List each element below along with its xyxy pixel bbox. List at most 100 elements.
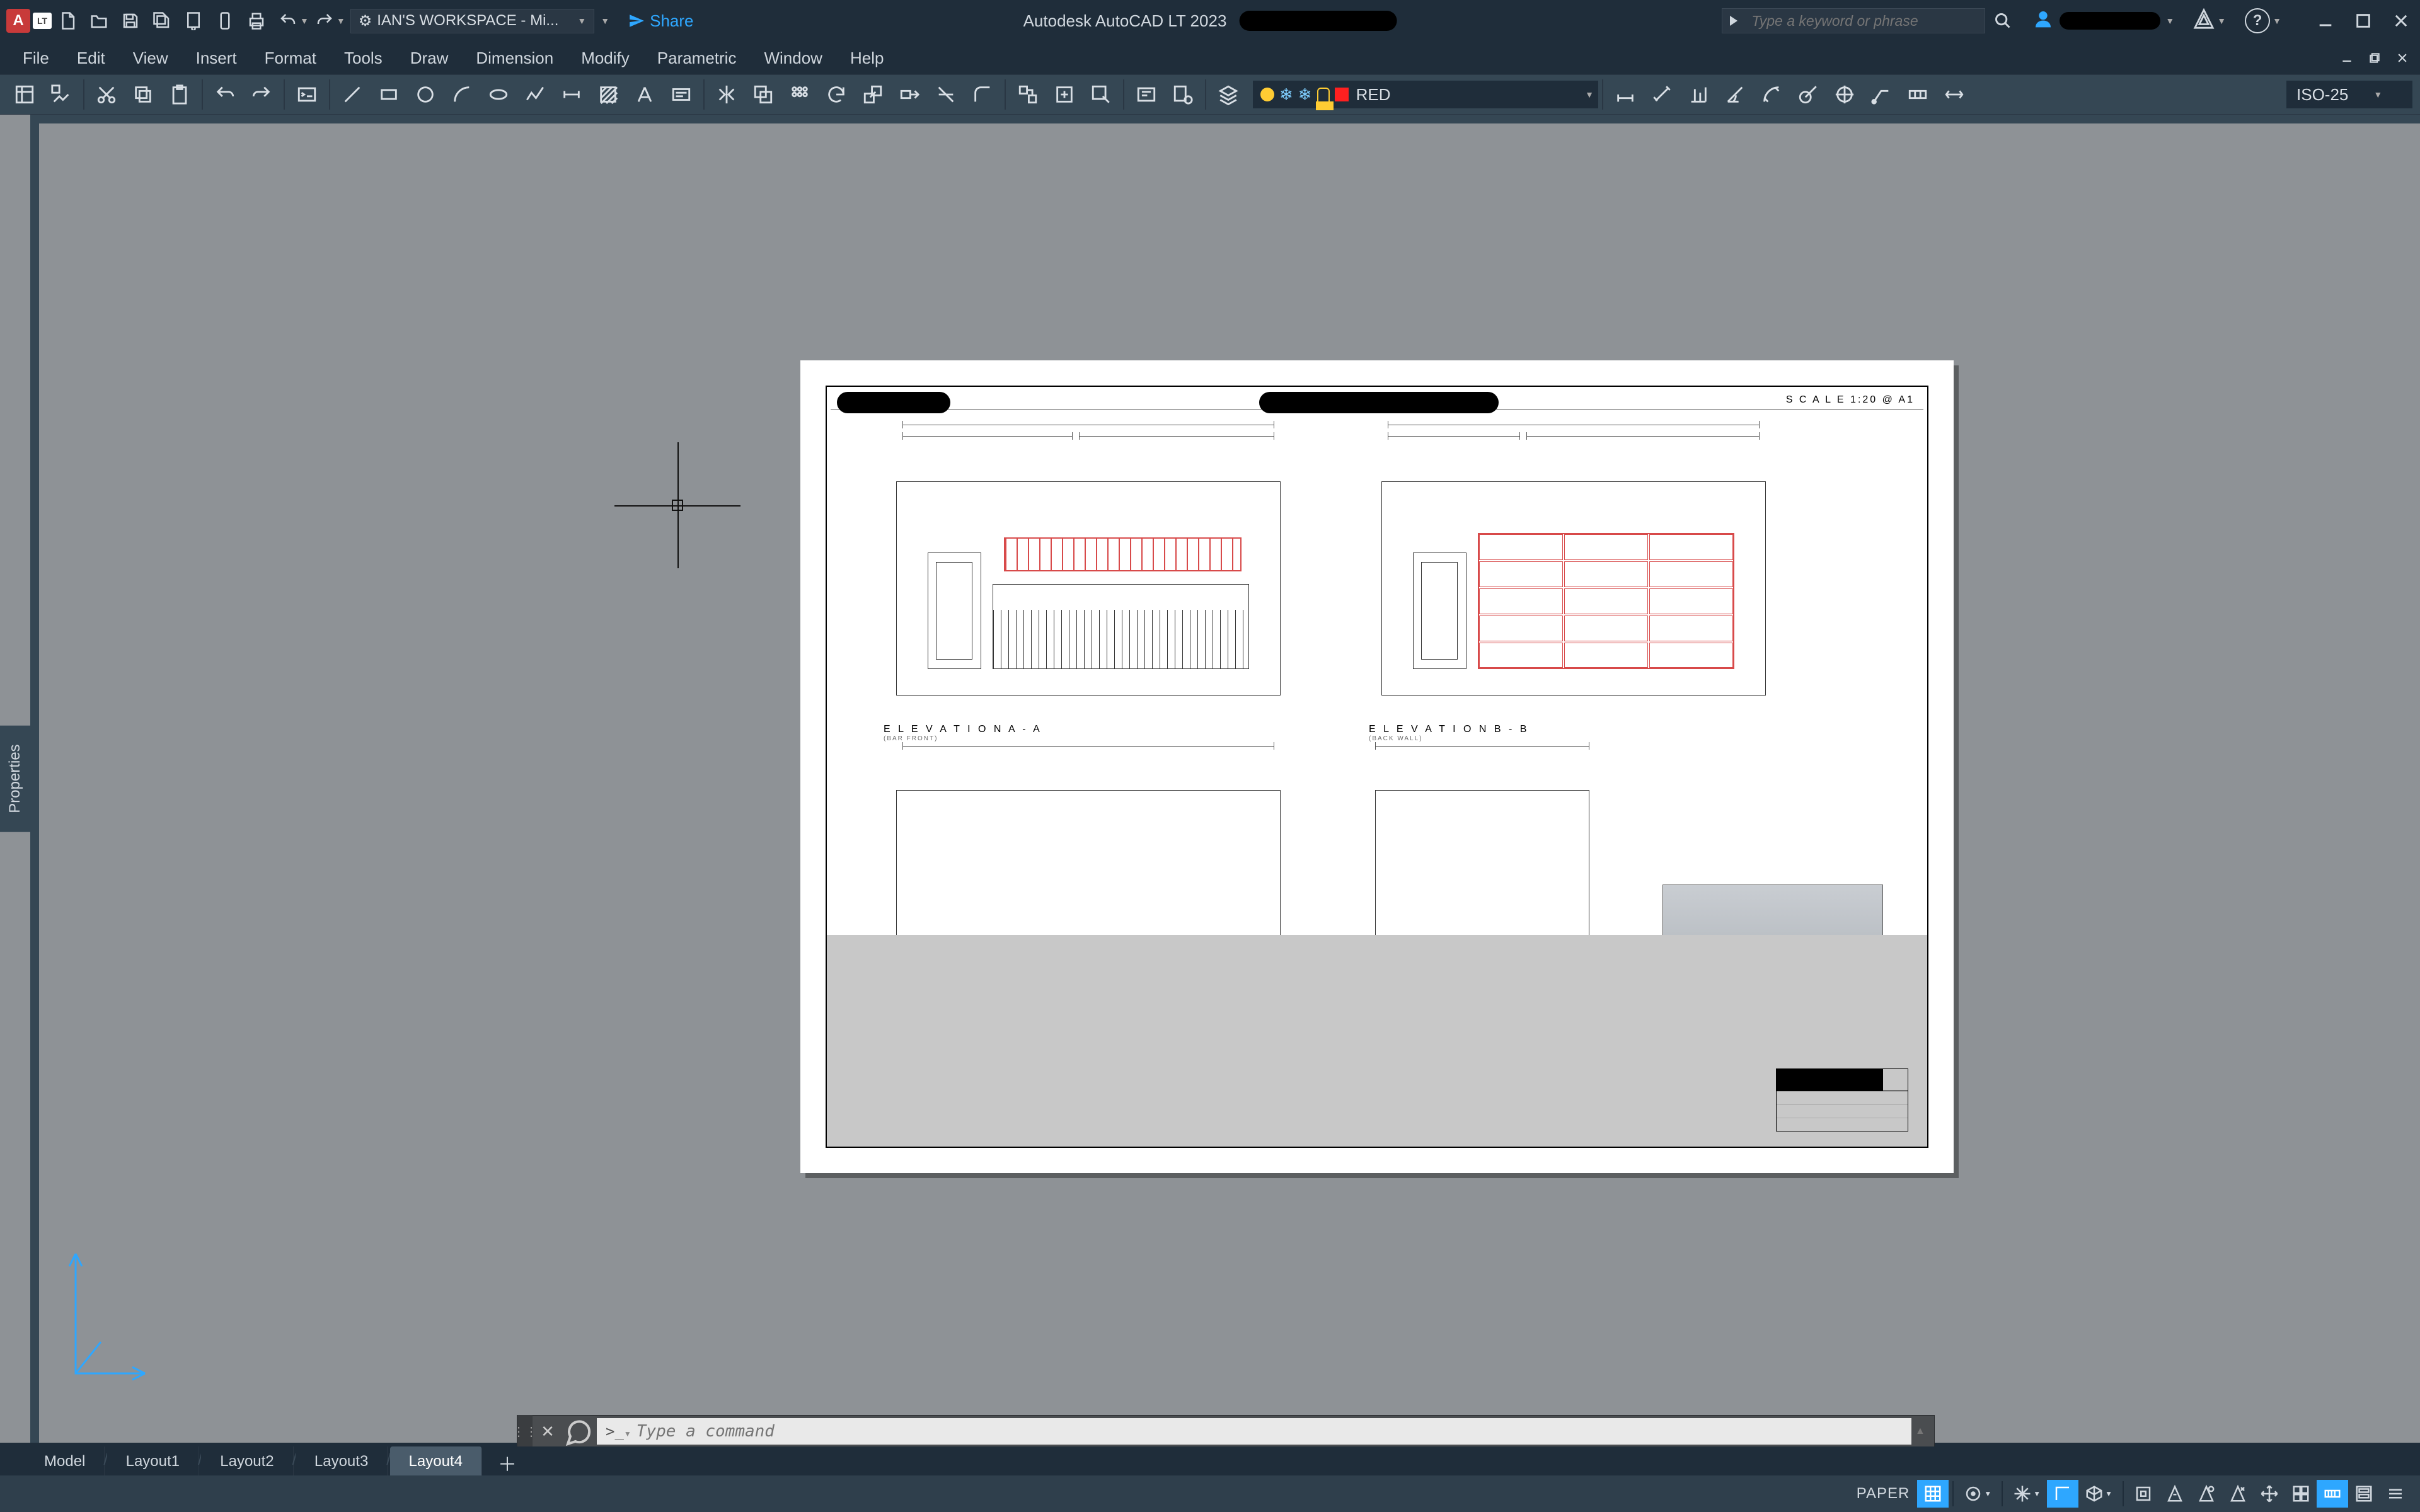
undo-icon[interactable] (272, 5, 304, 37)
doc-close-button[interactable] (2388, 45, 2416, 71)
fillet-icon[interactable] (964, 76, 1001, 113)
isodraft-toggle[interactable]: ▼ (2078, 1480, 2119, 1508)
quick-properties-icon[interactable] (2348, 1480, 2380, 1508)
copy-icon[interactable] (125, 76, 161, 113)
properties-palette-tab[interactable]: Properties (0, 725, 30, 832)
doc-minimize-button[interactable] (2333, 45, 2361, 71)
trim-icon[interactable] (928, 76, 964, 113)
mirror-icon[interactable] (708, 76, 745, 113)
annotation-scale-icon[interactable] (2159, 1480, 2191, 1508)
rotate-icon[interactable] (818, 76, 855, 113)
tab-layout3[interactable]: Layout3 (296, 1446, 388, 1475)
dimstyle-control[interactable]: ISO-25 ▼ (2286, 81, 2412, 108)
circle-icon[interactable] (407, 76, 444, 113)
menu-tools[interactable]: Tools (330, 49, 396, 68)
menu-file[interactable]: File (9, 49, 63, 68)
save-icon[interactable] (115, 5, 146, 37)
mtext-icon[interactable] (663, 76, 700, 113)
infocenter-search[interactable] (1722, 8, 1985, 33)
maximize-button[interactable] (2344, 0, 2382, 42)
command-close-icon[interactable]: ✕ (533, 1415, 563, 1448)
dim-aligned-icon[interactable] (1644, 76, 1680, 113)
tab-layout1[interactable]: Layout1 (107, 1446, 199, 1475)
autodesk-app-icon[interactable] (2193, 8, 2215, 34)
redo-icon[interactable] (309, 5, 340, 37)
properties-tool-icon[interactable] (6, 76, 43, 113)
menu-edit[interactable]: Edit (63, 49, 119, 68)
polyline-icon[interactable] (517, 76, 553, 113)
chevron-down-icon[interactable]: ▼ (2217, 16, 2226, 26)
ellipse-icon[interactable] (480, 76, 517, 113)
share-button[interactable]: Share (628, 11, 693, 31)
polar-tracking-toggle[interactable]: ▼ (2007, 1480, 2047, 1508)
xref-attach-icon[interactable] (1165, 76, 1201, 113)
user-account[interactable]: ▼ (2033, 9, 2174, 33)
scale-icon[interactable] (855, 76, 891, 113)
menu-draw[interactable]: Draw (396, 49, 463, 68)
chevron-down-icon[interactable]: ▼ (2273, 16, 2281, 26)
space-indicator[interactable]: PAPER (1857, 1485, 1910, 1503)
minimize-button[interactable] (2307, 0, 2344, 42)
menu-modify[interactable]: Modify (567, 49, 643, 68)
open-icon[interactable] (83, 5, 115, 37)
osnap-toggle[interactable] (2128, 1480, 2159, 1508)
arc-icon[interactable] (444, 76, 480, 113)
menu-help[interactable]: Help (836, 49, 897, 68)
dim-angular-icon[interactable] (1717, 76, 1753, 113)
block-insert-icon[interactable] (1046, 76, 1083, 113)
layer-properties-icon[interactable] (1210, 76, 1247, 113)
paste-icon[interactable] (161, 76, 198, 113)
cut-icon[interactable] (88, 76, 125, 113)
rectangle-icon[interactable] (371, 76, 407, 113)
tab-layout2[interactable]: Layout2 (201, 1446, 293, 1475)
menu-window[interactable]: Window (750, 49, 836, 68)
command-input[interactable] (637, 1422, 1903, 1441)
search-button[interactable] (1985, 8, 2020, 33)
units-icon[interactable] (2317, 1480, 2348, 1508)
annotation-autoscale-icon[interactable] (2222, 1480, 2254, 1508)
block-create-icon[interactable] (1010, 76, 1046, 113)
match-properties-icon[interactable] (43, 76, 79, 113)
saveas-web-icon[interactable] (178, 5, 209, 37)
xref-icon[interactable] (1128, 76, 1165, 113)
menu-dimension[interactable]: Dimension (462, 49, 567, 68)
annotation-visibility-icon[interactable] (2191, 1480, 2222, 1508)
grid-toggle[interactable] (1917, 1480, 1949, 1508)
command-customize-icon[interactable] (563, 1415, 593, 1448)
menu-parametric[interactable]: Parametric (643, 49, 751, 68)
dim-tolerance-icon[interactable] (1899, 76, 1936, 113)
command-history-icon[interactable]: ▲ (1915, 1426, 1934, 1437)
customization-icon[interactable] (2380, 1480, 2411, 1508)
offset-icon[interactable] (745, 76, 781, 113)
search-input[interactable] (1745, 13, 1985, 30)
array-icon[interactable] (781, 76, 818, 113)
block-edit-icon[interactable] (1083, 76, 1119, 113)
help-icon[interactable]: ? (2245, 8, 2270, 33)
command-window-icon[interactable] (289, 76, 325, 113)
workspace-switcher[interactable]: ⚙ IAN'S WORKSPACE - Mi... ▼ (350, 9, 595, 33)
close-button[interactable] (2382, 0, 2420, 42)
dim-ordinate-icon[interactable] (1680, 76, 1717, 113)
undo-tool-icon[interactable] (207, 76, 243, 113)
dim-arc-icon[interactable] (1753, 76, 1790, 113)
dim-leader-icon[interactable] (1863, 76, 1899, 113)
layer-control[interactable]: ❄ ❄ RED (1253, 81, 1581, 108)
move-icon[interactable] (2254, 1480, 2285, 1508)
menu-view[interactable]: View (119, 49, 182, 68)
dim-linear-icon[interactable] (1607, 76, 1644, 113)
lock-ui-icon[interactable] (2285, 1480, 2317, 1508)
line-icon[interactable] (334, 76, 371, 113)
layer-dropdown-icon[interactable]: ▼ (1581, 81, 1598, 108)
menu-insert[interactable]: Insert (182, 49, 251, 68)
dim-radius-icon[interactable] (1790, 76, 1826, 113)
layout-sheet[interactable]: S C A L E 1:20 @ A1 E L E V A T I O N A … (800, 360, 1954, 1173)
dimension-icon[interactable] (553, 76, 590, 113)
stretch-icon[interactable] (891, 76, 928, 113)
doc-restore-button[interactable] (2361, 45, 2388, 71)
dim-quick-icon[interactable] (1936, 76, 1973, 113)
hatch-icon[interactable] (590, 76, 626, 113)
tab-model[interactable]: Model (25, 1446, 105, 1475)
command-line[interactable]: ⋮⋮ ✕ >_▼ ▲ (517, 1415, 1935, 1448)
redo-tool-icon[interactable] (243, 76, 280, 113)
redo-dropdown-icon[interactable]: ▼ (337, 16, 345, 26)
